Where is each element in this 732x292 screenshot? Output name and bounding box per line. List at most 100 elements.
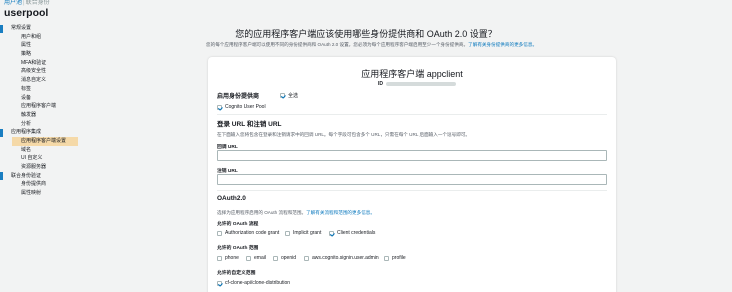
- checkbox-box[interactable]: [217, 230, 222, 236]
- sidebar-item-label: 属性映射: [21, 190, 42, 197]
- checkbox-box[interactable]: [304, 255, 309, 261]
- pool-name: userpool: [4, 7, 49, 19]
- sidebar-item[interactable]: 应用程序客户端: [0, 102, 92, 111]
- sidebar-item[interactable]: 触发器: [0, 111, 92, 120]
- sidebar-item[interactable]: 身份提供商: [0, 180, 92, 189]
- sidebar-item[interactable]: 资源服务器: [0, 163, 92, 172]
- scope-label: aws.cognito.signin.user.admin: [312, 255, 379, 261]
- oauth-flows-label: 允许的 OAuth 流程: [217, 222, 259, 227]
- section-indicator: [0, 128, 3, 137]
- scope-label: email: [254, 255, 266, 261]
- urls-section-title: 登录 URL 和注销 URL: [217, 121, 282, 128]
- sidebar-item-label: 应用程序客户端设置: [21, 137, 67, 144]
- oauth-scopes-label: 允许的 OAuth 范围: [217, 246, 259, 251]
- oauth-description: 选择为应用程序启用的 OAuth 流程和范围。了解有关流程和范围的更多信息。: [217, 210, 375, 216]
- breadcrumb-current: 联合身份: [25, 0, 50, 6]
- breadcrumb-user-pools-link[interactable]: 用户池: [4, 0, 22, 6]
- sidebar-item-label: 分析: [21, 120, 32, 127]
- sidebar-item[interactable]: UI 自定义: [0, 154, 92, 163]
- sidebar-item[interactable]: 消息自定义: [0, 76, 92, 85]
- scope-label: openid: [281, 255, 297, 261]
- learn-flows-link[interactable]: 了解有关流程和范围的更多信息。: [306, 210, 375, 215]
- checkbox-box[interactable]: [217, 104, 222, 110]
- callback-url-input[interactable]: [217, 150, 607, 161]
- checkbox-box[interactable]: [217, 255, 222, 261]
- sidebar-item-label: 设备: [21, 94, 32, 101]
- signout-url-input[interactable]: [217, 174, 607, 185]
- sidebar-item-label: 联合身份验证: [11, 172, 42, 179]
- sidebar-section[interactable]: 联合身份验证: [0, 172, 92, 181]
- divider: [217, 190, 607, 191]
- flow-auth-code-checkbox[interactable]: Authorization code grant: [217, 230, 279, 236]
- sidebar-item[interactable]: 标签: [0, 85, 92, 94]
- sidebar-item[interactable]: 设备: [0, 94, 92, 103]
- app-client-card: 应用程序客户端 appclient ID 启用身份提供商 全选 Cognito …: [208, 57, 616, 292]
- learn-idp-link[interactable]: 了解有关身份提供商的更多信息。: [468, 42, 537, 47]
- sidebar-section[interactable]: 应用程序集成: [0, 128, 92, 137]
- sidebar-item[interactable]: 高级安全性: [0, 67, 92, 76]
- divider: [217, 114, 607, 115]
- sidebar-item[interactable]: 属性映射: [0, 189, 92, 198]
- scope-admin-checkbox[interactable]: aws.cognito.signin.user.admin: [304, 255, 379, 261]
- breadcrumb: 用户池|联合身份: [4, 0, 50, 7]
- sidebar-item[interactable]: 策略: [0, 50, 92, 59]
- sidebar-item-label: 策略: [21, 51, 32, 58]
- flow-label: Client credentials: [337, 230, 376, 236]
- sidebar-item-label: 属性: [21, 42, 32, 49]
- flow-implicit-checkbox[interactable]: Implicit grant: [285, 230, 321, 236]
- scope-label: profile: [392, 255, 406, 261]
- oauth-section-title: OAuth2.0: [217, 195, 246, 202]
- checkbox-box[interactable]: [280, 93, 285, 98]
- page-intro: 您的每个应用程序客户端可以使用不同的身份提供商和 OAuth 2.0 设置。您必…: [206, 42, 537, 48]
- sidebar-item[interactable]: 域名: [0, 146, 92, 155]
- sidebar-item-label: 触发器: [21, 111, 37, 118]
- breadcrumb-separator: |: [23, 0, 25, 6]
- idp-cognito-checkbox[interactable]: Cognito User Pool: [217, 104, 266, 110]
- sidebar-item-label: 高级安全性: [21, 68, 47, 75]
- oauth-description-text: 选择为应用程序启用的 OAuth 流程和范围。: [217, 210, 307, 215]
- urls-description: 在下面输入您将包含在登录和注销请求中的回调 URL。每个字段可包含多个 URL，…: [217, 132, 471, 137]
- sidebar-item[interactable]: MFA和验证: [0, 59, 92, 68]
- custom-scope-clone-checkbox[interactable]: cf-clone-api/clone-distribution: [217, 280, 290, 286]
- sidebar-item[interactable]: 分析: [0, 120, 92, 129]
- sidebar-item-label: 应用程序客户端: [21, 103, 57, 110]
- select-all-checkbox[interactable]: 全选: [280, 92, 298, 99]
- checkbox-box[interactable]: [384, 255, 389, 261]
- intro-text: 您的每个应用程序客户端可以使用不同的身份提供商和 OAuth 2.0 设置。您必…: [206, 42, 469, 47]
- idp-section-title: 启用身份提供商: [217, 94, 260, 100]
- flow-label: Authorization code grant: [225, 230, 280, 236]
- sidebar-item-label: UI 自定义: [21, 155, 43, 162]
- checkbox-box[interactable]: [285, 230, 290, 236]
- checkbox-box[interactable]: [246, 255, 251, 261]
- checkbox-box[interactable]: [217, 280, 222, 286]
- idp-cognito-label: Cognito User Pool: [225, 104, 266, 110]
- scope-openid-checkbox[interactable]: openid: [273, 255, 296, 261]
- sidebar-nav: 常规设置 用户和组 属性 策略 MFA和验证 高级安全性 消息自定义 标签 设备 应用程序客户端触…: [0, 24, 92, 198]
- client-id-redacted: [386, 81, 456, 86]
- flow-label: Implicit grant: [293, 230, 322, 236]
- section-indicator: [0, 172, 3, 181]
- checkbox-box[interactable]: [329, 230, 334, 236]
- client-id-label: ID: [378, 81, 383, 87]
- custom-scopes-label: 允许的自定义范围: [217, 271, 256, 276]
- sidebar-item-active[interactable]: 应用程序客户端设置: [12, 136, 78, 146]
- page-title: 您的应用程序客户端应该使用哪些身份提供商和 OAuth 2.0 设置？: [235, 29, 497, 39]
- scope-profile-checkbox[interactable]: profile: [384, 255, 406, 261]
- sidebar-item-label: 标签: [21, 85, 32, 92]
- sidebar-item[interactable]: 属性: [0, 41, 92, 50]
- app-client-title: 应用程序客户端 appclient: [361, 69, 463, 79]
- scope-email-checkbox[interactable]: email: [246, 255, 266, 261]
- callback-url-label: 回调 URL: [217, 145, 238, 150]
- sidebar-item-label: 应用程序集成: [11, 129, 42, 136]
- scope-label: phone: [225, 255, 239, 261]
- sidebar-item-label: MFA和验证: [21, 59, 47, 66]
- custom-scope-label: cf-clone-api/clone-distribution: [225, 280, 291, 286]
- signout-url-label: 注销 URL: [217, 169, 238, 174]
- select-all-label: 全选: [288, 93, 299, 99]
- sidebar-item-label: 资源服务器: [21, 164, 47, 170]
- scope-phone-checkbox[interactable]: phone: [217, 255, 239, 261]
- sidebar-item-label: 身份提供商: [21, 181, 47, 188]
- checkbox-box[interactable]: [273, 255, 278, 261]
- client-id: ID: [378, 81, 456, 87]
- flow-client-credentials-checkbox[interactable]: Client credentials: [329, 230, 375, 236]
